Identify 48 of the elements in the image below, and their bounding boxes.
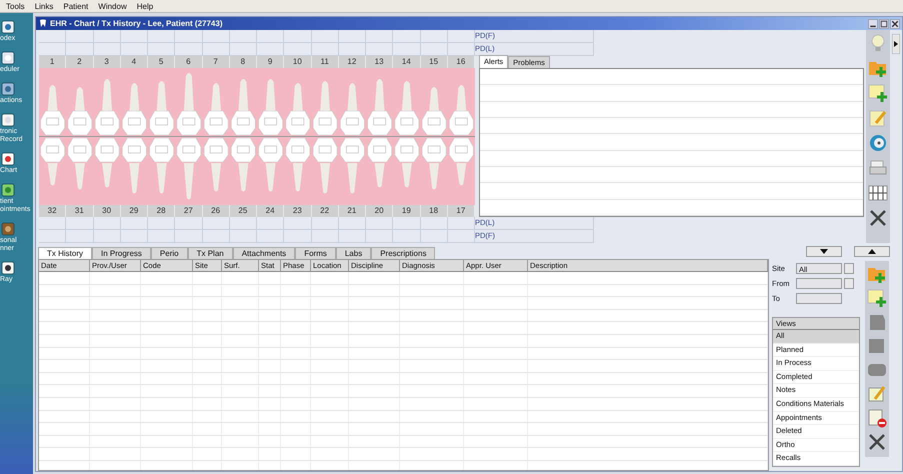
maximize-icon[interactable] [879, 18, 889, 28]
notepad-pencil-icon[interactable] [868, 108, 888, 128]
tooth-pair-drawing[interactable] [176, 73, 202, 200]
minimize-icon[interactable] [868, 18, 878, 28]
menu-item[interactable]: Tools [6, 2, 25, 10]
tab[interactable]: Labs [336, 247, 372, 259]
down-arrow-icon [820, 249, 828, 254]
tab[interactable]: Attachments [232, 247, 296, 259]
tooth-pair-drawing[interactable] [40, 85, 65, 186]
tooth-pair-drawing[interactable] [149, 81, 174, 194]
tooth-pair-drawing[interactable] [394, 81, 420, 188]
tooth-pair-drawing[interactable] [312, 81, 338, 194]
note-plus-icon[interactable] [867, 288, 887, 308]
tooth-pair-drawing[interactable] [68, 87, 92, 190]
expand-arrow-icon[interactable] [892, 34, 900, 54]
menu-item[interactable]: Links [34, 2, 54, 10]
tab[interactable]: Tx Plan [188, 247, 233, 259]
up-arrow-icon [868, 249, 876, 254]
collapse-down-button[interactable] [806, 246, 842, 257]
sheet-minus-icon[interactable] [867, 408, 887, 428]
menu-item[interactable]: Patient [63, 2, 88, 10]
tab[interactable]: Tx History [38, 247, 92, 259]
tooth-pair-drawing[interactable] [422, 87, 446, 190]
tooth-pair-drawing[interactable] [340, 83, 365, 194]
tooth-pair-drawing[interactable] [367, 79, 392, 188]
tab[interactable]: In Progress [92, 247, 151, 259]
browse-button[interactable] [844, 263, 854, 274]
menu-item[interactable]: Help [136, 2, 154, 10]
tooth-pair-drawing[interactable] [449, 85, 474, 186]
sheet-pencil-icon[interactable] [867, 384, 887, 404]
tab[interactable]: Perio [150, 247, 188, 259]
tab[interactable]: Prescriptions [371, 247, 436, 259]
to-date-field[interactable] [796, 292, 842, 304]
tooth-pair-drawing[interactable] [231, 79, 256, 192]
browse-button[interactable] [844, 278, 854, 290]
from-date-field[interactable] [796, 278, 842, 290]
tooth-pair-drawing[interactable] [286, 83, 310, 192]
close-icon[interactable] [890, 18, 900, 28]
tooth-pair-drawing[interactable] [258, 79, 283, 192]
tooth-pair-drawing[interactable] [94, 79, 120, 188]
tooth-pair-drawing[interactable] [122, 83, 147, 194]
disc-icon[interactable] [868, 133, 888, 153]
tooth-pair-drawing[interactable] [204, 83, 228, 192]
note-plus-icon[interactable] [868, 83, 888, 103]
window-title: EHR - Chart / Tx History - Lee, Patient (27743) [50, 19, 222, 28]
menu-item[interactable]: Window [98, 2, 127, 10]
tab[interactable]: Forms [295, 247, 336, 259]
expand-up-button[interactable] [854, 246, 890, 257]
